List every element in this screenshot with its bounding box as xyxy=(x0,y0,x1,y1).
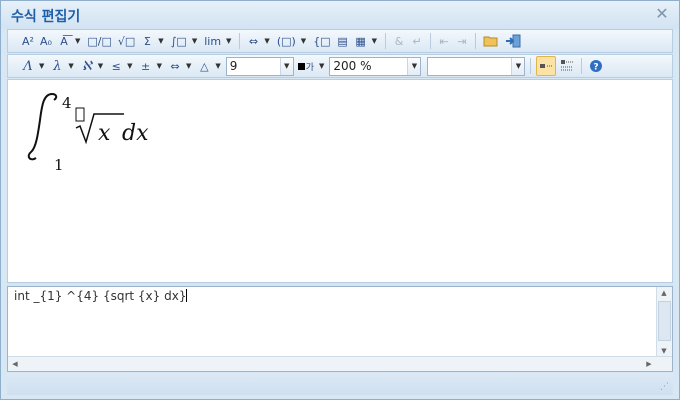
integral-dropdown-icon[interactable]: ▼ xyxy=(192,37,197,45)
zoom-select[interactable]: 200 % ▼ xyxy=(329,56,422,76)
formula-preview[interactable]: 4 1 x dx xyxy=(7,79,673,283)
upper-limit: 4 xyxy=(62,94,72,112)
subscript-button[interactable]: A₀ xyxy=(38,31,54,51)
integral-sign xyxy=(27,92,58,161)
limit-dropdown-icon[interactable]: ▼ xyxy=(226,37,231,45)
zoom-value: 200 % xyxy=(333,59,372,73)
toolbar-divider xyxy=(581,58,583,74)
sum-button[interactable]: Σ xyxy=(139,31,155,51)
inline-mode-icon[interactable] xyxy=(536,56,557,76)
root-index-placeholder xyxy=(75,107,85,122)
script-editor[interactable]: int _{1} ^{4} {sqrt {x} dx} ▲ ▼ ◀ ▶ xyxy=(7,286,673,372)
horizontal-scrollbar[interactable]: ◀ ▶ xyxy=(8,356,672,371)
arrows-dropdown-icon[interactable]: ▼ xyxy=(186,62,191,70)
close-icon[interactable]: ✕ xyxy=(653,5,671,23)
matrix-button[interactable]: ▦ xyxy=(353,31,369,51)
formula-render: 4 1 x dx xyxy=(27,92,149,174)
operator-button[interactable]: ± xyxy=(138,56,154,76)
toolbar-divider xyxy=(474,33,476,49)
next-button[interactable]: ⇥ xyxy=(454,31,470,51)
greek-upper-dropdown-icon[interactable]: ▼ xyxy=(39,62,44,70)
prev-button[interactable]: ⇤ xyxy=(436,31,452,51)
color-swatch xyxy=(297,62,305,70)
brackets-button[interactable]: (□) xyxy=(275,31,298,51)
relation-button[interactable]: ≤ xyxy=(108,56,124,76)
text-color-dropdown-icon[interactable]: ▼ xyxy=(319,62,324,70)
toolbar-divider xyxy=(239,33,241,49)
block-mode-icon[interactable] xyxy=(558,56,576,76)
svg-text:?: ? xyxy=(594,63,599,73)
newline-button[interactable]: ↵ xyxy=(409,31,425,51)
scroll-right-icon[interactable]: ▶ xyxy=(643,358,655,370)
limit-button[interactable]: lim xyxy=(202,31,223,51)
greek-lower-button[interactable]: λ xyxy=(49,56,65,76)
status-bar: ⋰ xyxy=(7,373,673,395)
color-label: 가 xyxy=(305,62,315,73)
radicand: x xyxy=(98,121,111,146)
vertical-scrollbar[interactable]: ▲ ▼ xyxy=(656,287,672,357)
scroll-up-icon[interactable]: ▲ xyxy=(657,287,671,299)
toolbar-structures: A² A₀ A͞ ▼ □/□ √□ Σ ▼ ∫□ ▼ lim ▼ ⇔ ▼ (□)… xyxy=(7,29,673,53)
font-size-select[interactable]: 9 ▼ xyxy=(225,56,294,76)
scroll-left-icon[interactable]: ◀ xyxy=(9,358,21,370)
chevron-down-icon[interactable]: ▼ xyxy=(407,57,421,75)
integral-button[interactable]: ∫□ xyxy=(169,31,189,51)
help-icon[interactable]: ? xyxy=(587,56,605,76)
scroll-thumb[interactable] xyxy=(658,301,671,341)
relation-dropdown-icon[interactable]: ▼ xyxy=(127,62,132,70)
arrow-decor-button[interactable]: ⇔ xyxy=(245,31,261,51)
greek-lower-dropdown-icon[interactable]: ▼ xyxy=(68,62,73,70)
equation-editor-window: 수식 편집기 ✕ A² A₀ A͞ ▼ □/□ √□ Σ ▼ ∫□ ▼ lim … xyxy=(0,0,680,400)
greek-upper-button[interactable]: Λ xyxy=(20,56,36,76)
over-under-dropdown-icon[interactable]: ▼ xyxy=(75,37,80,45)
ampersand-button[interactable]: & xyxy=(391,31,407,51)
fraction-button[interactable]: □/□ xyxy=(85,31,114,51)
misc-dropdown-icon[interactable]: ▼ xyxy=(215,62,220,70)
font-size-value: 9 xyxy=(229,59,238,73)
toolbar-divider xyxy=(530,58,532,74)
title-bar: 수식 편집기 ✕ xyxy=(1,1,679,29)
lower-limit: 1 xyxy=(54,156,64,174)
root-button[interactable]: √□ xyxy=(116,31,137,51)
pile-button[interactable]: ▤ xyxy=(335,31,351,51)
over-under-button[interactable]: A͞ xyxy=(56,31,72,51)
differential: dx xyxy=(122,121,149,146)
sum-dropdown-icon[interactable]: ▼ xyxy=(158,37,163,45)
open-folder-icon[interactable] xyxy=(481,31,501,51)
chevron-down-icon[interactable]: ▼ xyxy=(279,57,293,75)
operator-dropdown-icon[interactable]: ▼ xyxy=(157,62,162,70)
toolbar-divider xyxy=(384,33,386,49)
superscript-button[interactable]: A² xyxy=(20,31,36,51)
cases-button[interactable]: {□ xyxy=(311,31,332,51)
misc-button[interactable]: △ xyxy=(196,56,212,76)
hebrew-dropdown-icon[interactable]: ▼ xyxy=(98,62,103,70)
toolbar-divider xyxy=(429,33,431,49)
script-input[interactable]: int _{1} ^{4} {sqrt {x} dx} xyxy=(14,289,186,303)
toolbar-symbols: Λ ▼ λ ▼ ℵ ▼ ≤ ▼ ± ▼ ⇔ ▼ △ ▼ 9 ▼ 가 ▼ 200 … xyxy=(7,54,673,78)
matrix-dropdown-icon[interactable]: ▼ xyxy=(372,37,377,45)
text-caret xyxy=(186,289,188,302)
arrow-decor-dropdown-icon[interactable]: ▼ xyxy=(264,37,269,45)
text-color-button[interactable]: 가 xyxy=(296,56,316,76)
script-input-wrap[interactable]: int _{1} ^{4} {sqrt {x} dx} xyxy=(14,289,188,303)
font-name-select[interactable]: ▼ xyxy=(427,56,526,76)
chevron-down-icon[interactable]: ▼ xyxy=(511,57,525,75)
brackets-dropdown-icon[interactable]: ▼ xyxy=(301,37,306,45)
arrows-button[interactable]: ⇔ xyxy=(167,56,183,76)
hebrew-button[interactable]: ℵ xyxy=(79,56,95,76)
resize-grip-icon[interactable]: ⋰ xyxy=(660,382,669,392)
insert-equation-icon[interactable] xyxy=(503,31,523,51)
window-title: 수식 편집기 xyxy=(11,9,81,25)
